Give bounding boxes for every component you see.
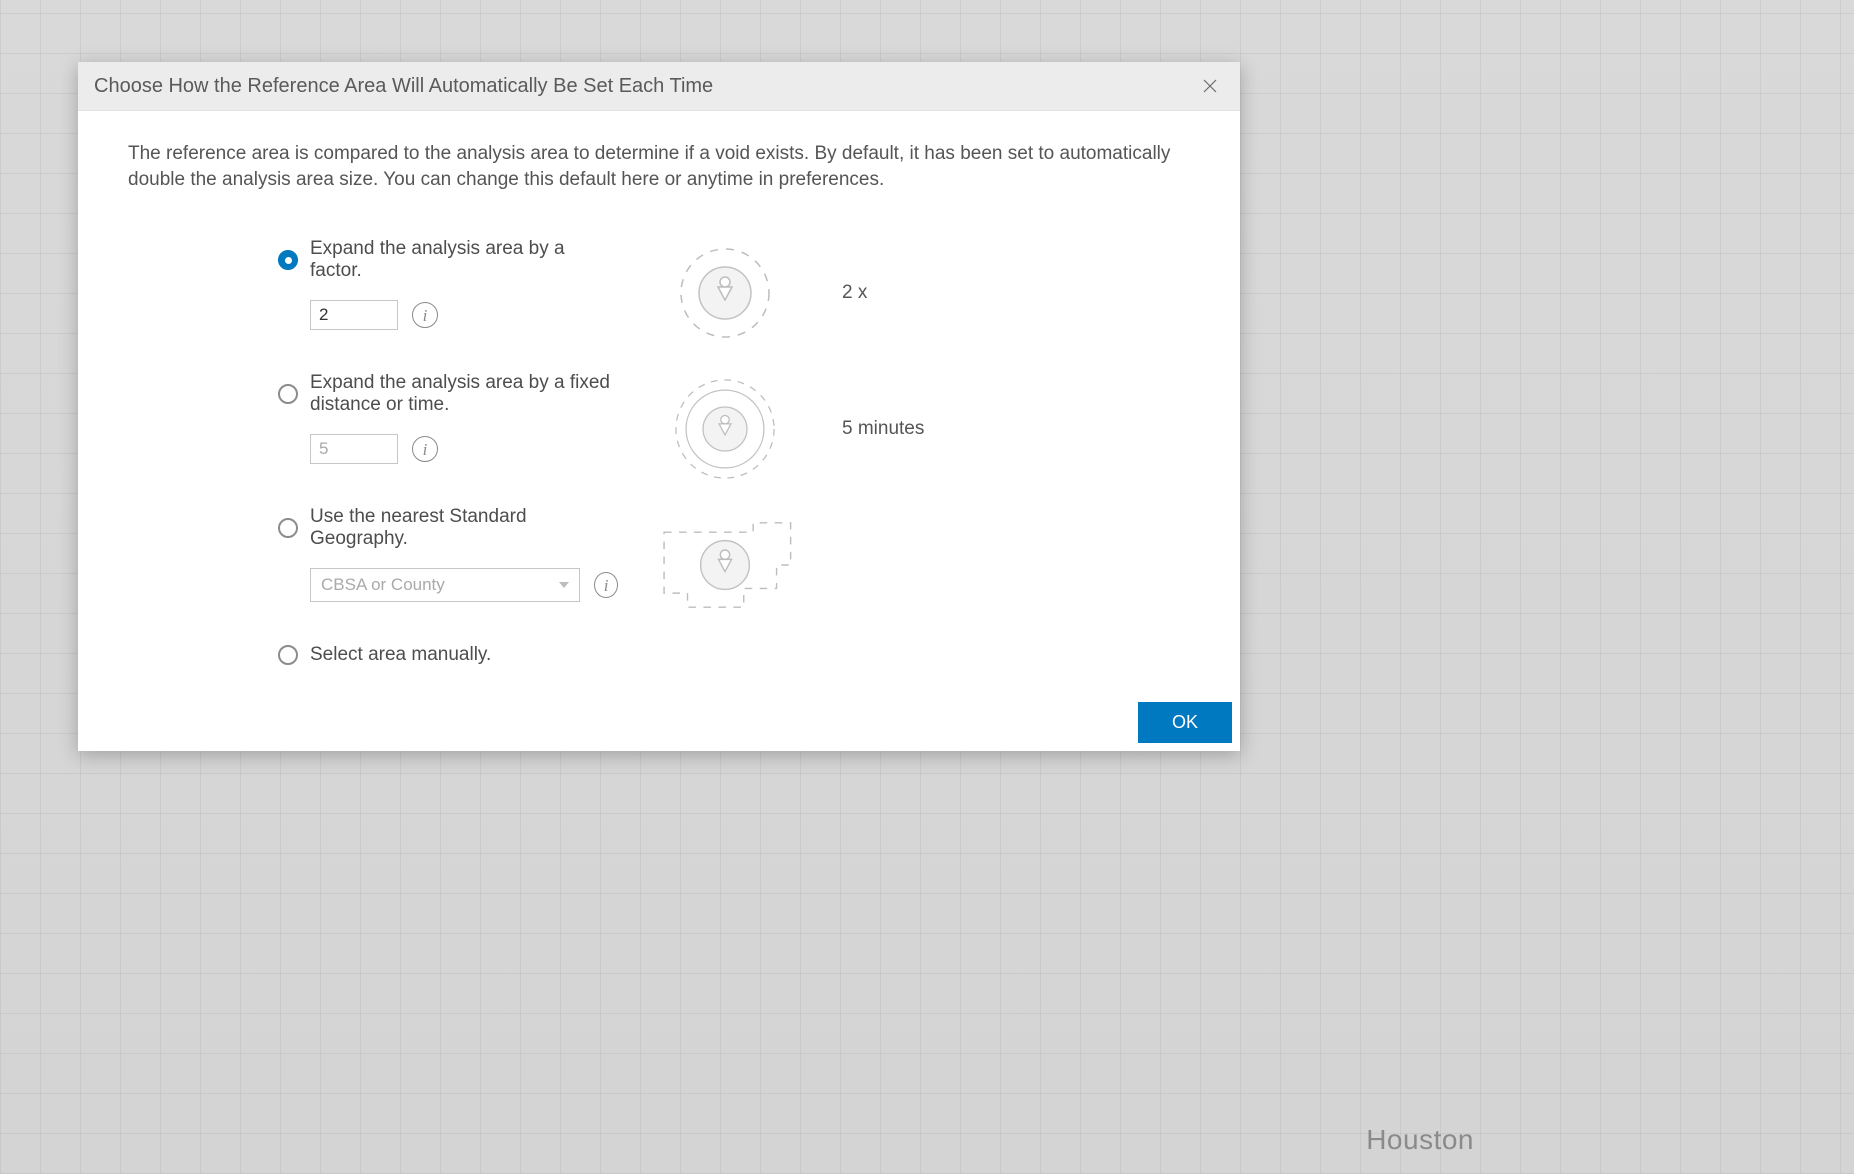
radio-distance[interactable]: Expand the analysis area by a fixed dist…	[278, 372, 618, 416]
radio-geography-label: Use the nearest Standard Geography.	[310, 506, 618, 550]
distance-input[interactable]	[310, 434, 398, 464]
geography-select[interactable]: CBSA or County	[310, 568, 580, 602]
modal-body: The reference area is compared to the an…	[78, 111, 1240, 751]
close-icon	[1201, 77, 1219, 95]
close-button[interactable]	[1198, 74, 1222, 98]
options-row: Expand the analysis area by a factor. i …	[128, 238, 1190, 684]
ok-button[interactable]: OK	[1138, 702, 1232, 743]
modal-intro-text: The reference area is compared to the an…	[128, 141, 1188, 192]
illus-distance-icon	[650, 374, 800, 484]
geography-select-placeholder: CBSA or County	[321, 575, 445, 595]
map-city-label: Houston	[1366, 1124, 1474, 1156]
radio-manual-label: Select area manually.	[310, 644, 491, 666]
modal-header: Choose How the Reference Area Will Autom…	[78, 62, 1240, 111]
illus-factor: 2 x	[650, 238, 1190, 348]
illus-geography	[650, 510, 1190, 620]
options-column: Expand the analysis area by a factor. i …	[128, 238, 618, 684]
radio-factor-label: Expand the analysis area by a factor.	[310, 238, 618, 282]
geography-input-row: CBSA or County i	[278, 568, 618, 602]
radio-distance-label: Expand the analysis area by a fixed dist…	[310, 372, 618, 416]
option-manual: Select area manually.	[278, 644, 618, 666]
illus-geography-icon	[650, 510, 800, 620]
option-factor: Expand the analysis area by a factor. i	[278, 238, 618, 330]
option-distance: Expand the analysis area by a fixed dist…	[278, 372, 618, 464]
modal-footer: OK	[1138, 702, 1232, 743]
illus-distance: 5 minutes	[650, 374, 1190, 484]
radio-distance-indicator	[278, 384, 298, 404]
radio-geography-indicator	[278, 518, 298, 538]
radio-geography[interactable]: Use the nearest Standard Geography.	[278, 506, 618, 550]
info-icon[interactable]: i	[412, 436, 438, 462]
option-geography: Use the nearest Standard Geography. CBSA…	[278, 506, 618, 602]
info-icon[interactable]: i	[412, 302, 438, 328]
radio-manual-indicator	[278, 645, 298, 665]
radio-manual[interactable]: Select area manually.	[278, 644, 618, 666]
chevron-down-icon	[559, 582, 569, 588]
factor-input[interactable]	[310, 300, 398, 330]
illus-factor-label: 2 x	[842, 282, 867, 304]
radio-factor[interactable]: Expand the analysis area by a factor.	[278, 238, 618, 282]
distance-input-row: i	[278, 434, 618, 464]
radio-factor-indicator	[278, 250, 298, 270]
modal-title: Choose How the Reference Area Will Autom…	[94, 75, 713, 98]
reference-area-modal: Choose How the Reference Area Will Autom…	[78, 62, 1240, 751]
info-icon[interactable]: i	[594, 572, 618, 598]
illus-distance-label: 5 minutes	[842, 418, 924, 440]
illus-factor-icon	[650, 238, 800, 348]
factor-input-row: i	[278, 300, 618, 330]
illustrations-column: 2 x 5 minutes	[650, 238, 1190, 684]
